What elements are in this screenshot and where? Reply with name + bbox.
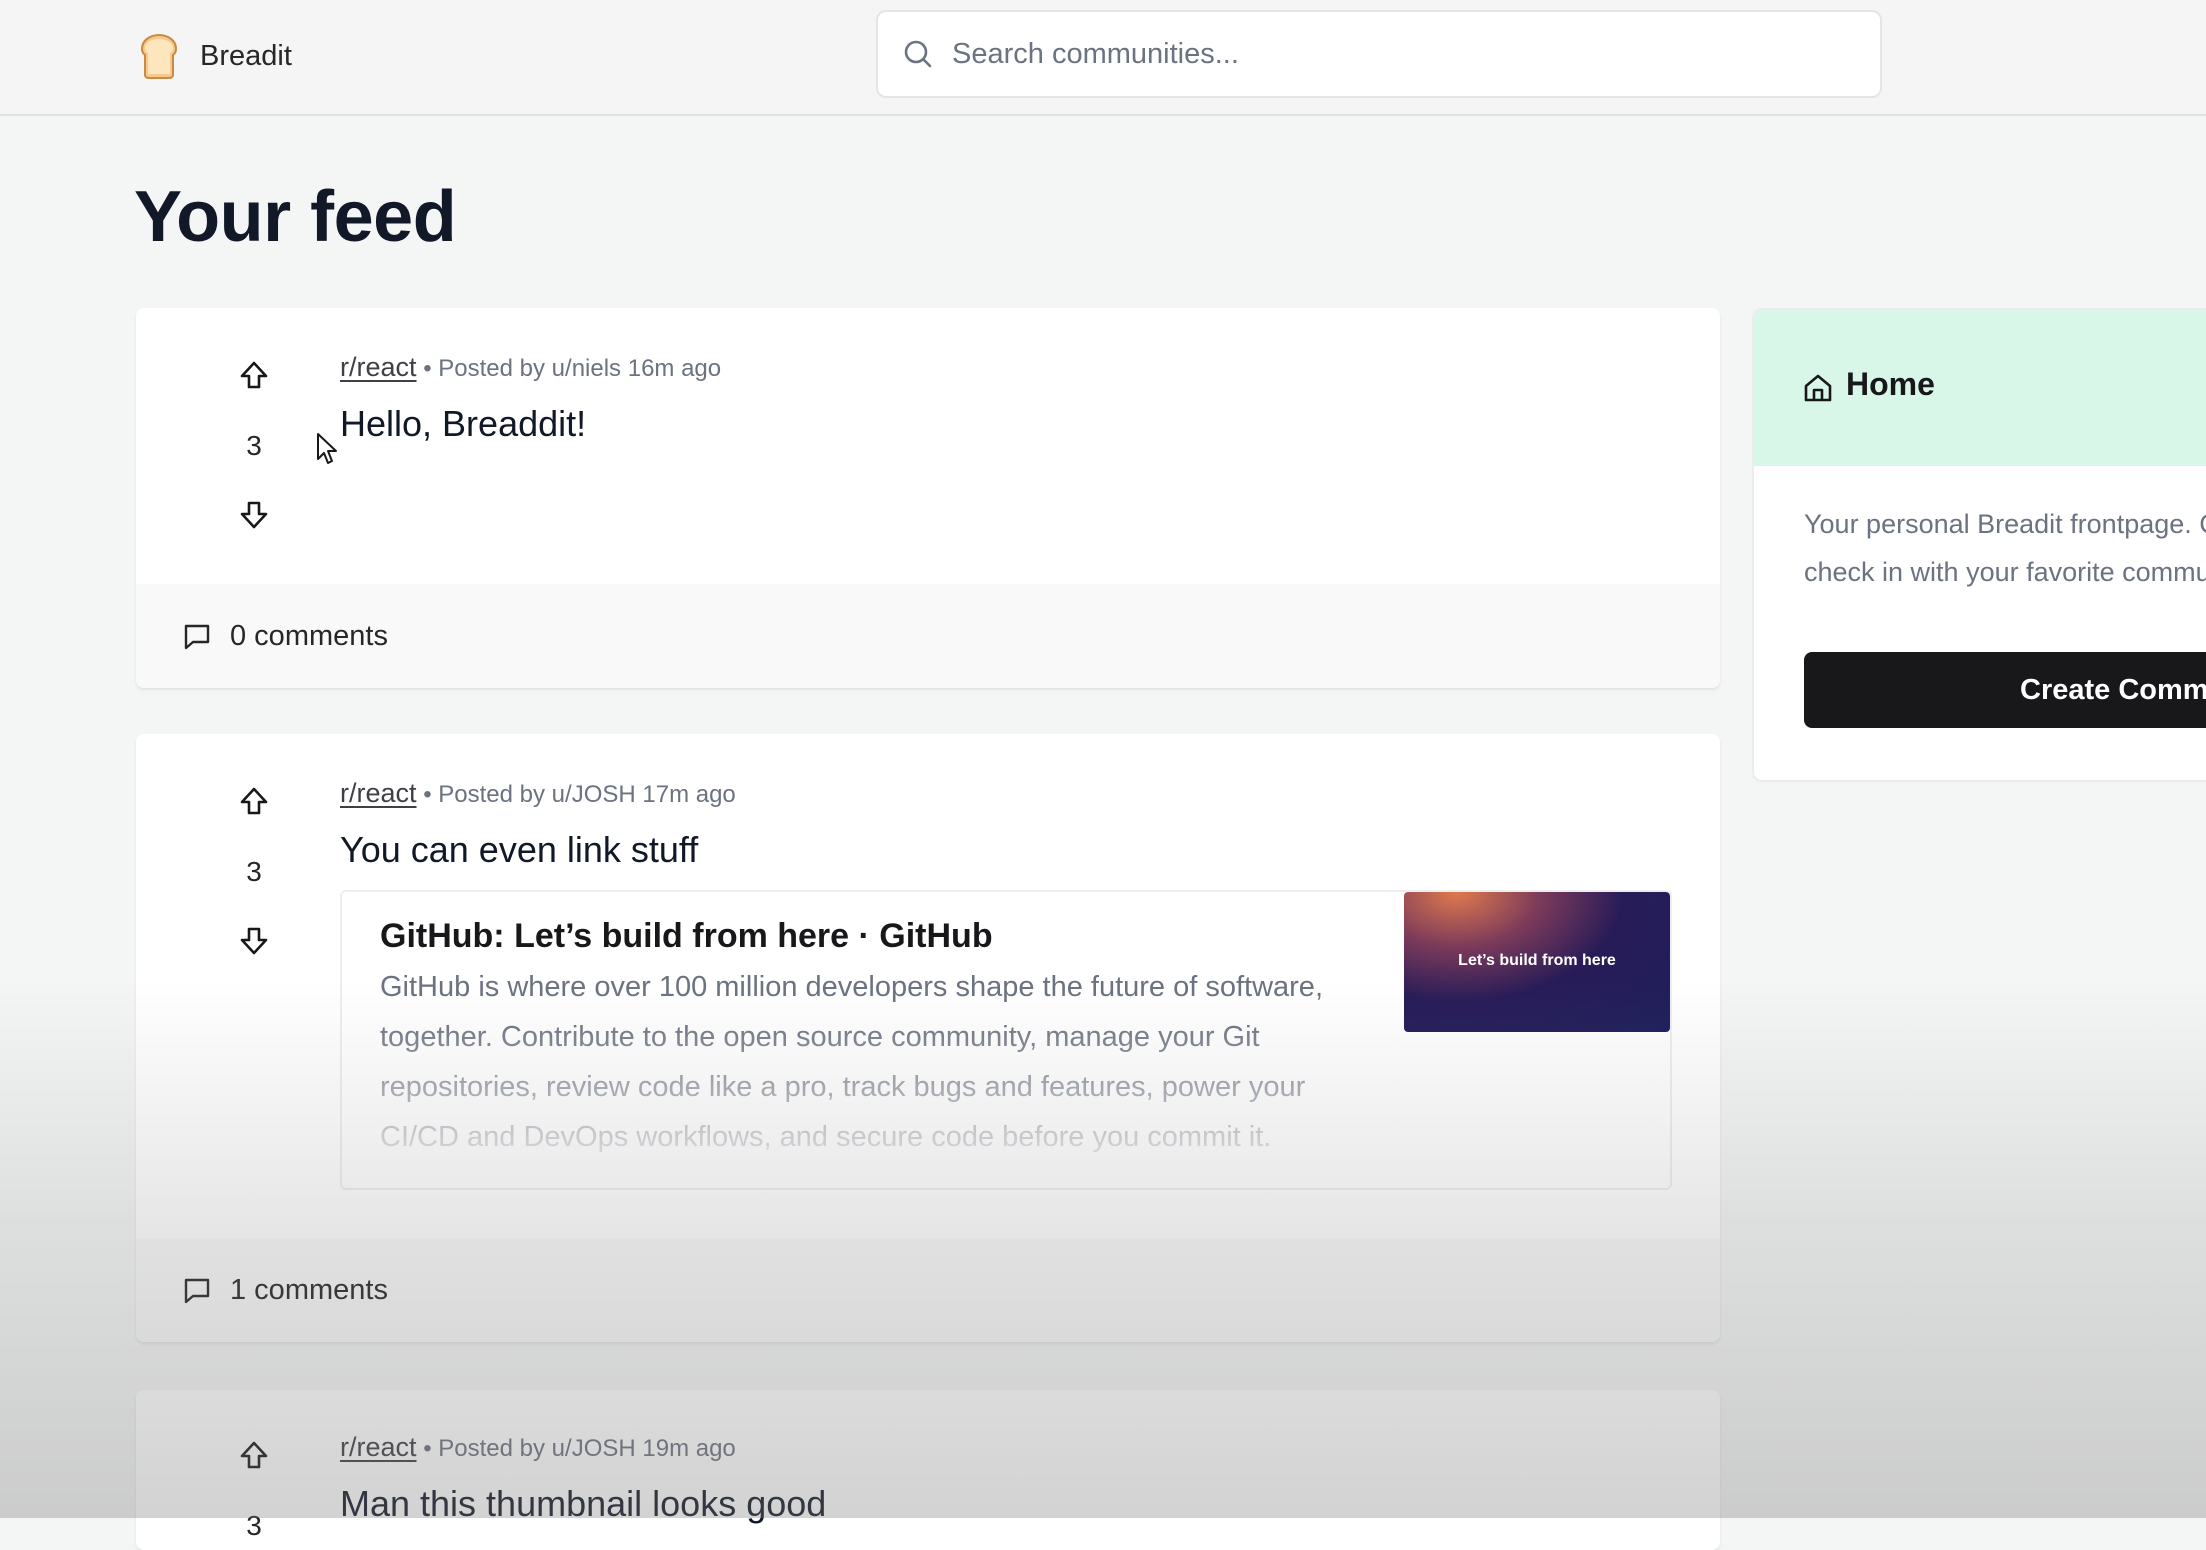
- upvote-icon[interactable]: [237, 1438, 271, 1472]
- vote-count: 3: [246, 1510, 262, 1541]
- home-icon: [1804, 374, 1832, 402]
- link-preview-title: GitHub: Let’s build from here · GitHub: [380, 917, 993, 955]
- search-bar[interactable]: [876, 10, 1882, 98]
- link-preview-fade: [342, 1018, 1670, 1188]
- post-author-time: • Posted by u/JOSH 17m ago: [423, 781, 736, 808]
- post-card: 3 r/react • Posted by u/JOSH 17m ago You…: [136, 734, 1720, 1342]
- subreddit-link[interactable]: r/react: [340, 1432, 417, 1462]
- sidebar-description: Your personal Breadit frontpage. Come he…: [1804, 509, 2206, 587]
- search-icon: [904, 40, 932, 68]
- link-preview-thumbnail: Let’s build from here: [1404, 892, 1670, 1032]
- create-community-button[interactable]: Create Community: [1804, 652, 2206, 728]
- sidebar-title: Home: [1846, 366, 1935, 402]
- sidebar-header: Home: [1754, 310, 2206, 466]
- vote-count: 3: [246, 856, 262, 887]
- post-meta: r/react • Posted by u/niels 16m ago: [340, 350, 1672, 384]
- post-meta: r/react • Posted by u/JOSH 17m ago: [340, 776, 1672, 810]
- top-navbar: Breadit: [0, 0, 2206, 116]
- post-title[interactable]: Hello, Breaddit!: [340, 402, 1672, 446]
- link-preview-card[interactable]: GitHub: Let’s build from here · GitHub G…: [340, 890, 1672, 1190]
- post-footer: 0 comments: [136, 584, 1720, 688]
- mouse-cursor-icon: [317, 433, 337, 464]
- post-body: r/react • Posted by u/niels 16m ago Hell…: [340, 350, 1672, 446]
- page-title: Your feed: [134, 177, 457, 257]
- vote-panel: 3: [212, 784, 296, 958]
- post-meta: r/react • Posted by u/JOSH 19m ago: [340, 1430, 1672, 1464]
- comment-icon[interactable]: [182, 1275, 212, 1305]
- thumbnail-caption: Let’s build from here: [1458, 952, 1616, 969]
- subreddit-link[interactable]: r/react: [340, 352, 417, 382]
- upvote-icon[interactable]: [237, 784, 271, 818]
- comment-count-link[interactable]: 1 comments: [230, 1274, 388, 1307]
- bread-logo-icon: [140, 33, 178, 79]
- search-input[interactable]: [950, 23, 1880, 85]
- upvote-icon[interactable]: [237, 358, 271, 392]
- post-body: r/react • Posted by u/JOSH 17m ago You c…: [340, 776, 1672, 1190]
- comment-icon[interactable]: [182, 621, 212, 651]
- comment-count-link[interactable]: 0 comments: [230, 620, 388, 653]
- downvote-icon[interactable]: [237, 498, 271, 532]
- post-author-time: • Posted by u/JOSH 19m ago: [423, 1435, 736, 1462]
- brand-link[interactable]: Breadit: [134, 30, 292, 82]
- post-title[interactable]: You can even link stuff: [340, 828, 1672, 872]
- home-sidebar-card: Home Your personal Breadit frontpage. Co…: [1752, 308, 2206, 782]
- vote-count: 3: [246, 430, 262, 461]
- brand-name: Breadit: [200, 39, 292, 72]
- post-title[interactable]: Man this thumbnail looks good: [340, 1482, 1672, 1526]
- subreddit-link[interactable]: r/react: [340, 778, 417, 808]
- post-footer: 1 comments: [136, 1238, 1720, 1342]
- vote-panel: 3: [212, 1438, 296, 1544]
- post-card: 3 r/react • Posted by u/JOSH 19m ago Man…: [136, 1390, 1720, 1550]
- post-body: r/react • Posted by u/JOSH 19m ago Man t…: [340, 1430, 1672, 1526]
- downvote-icon[interactable]: [237, 924, 271, 958]
- vote-panel: 3: [212, 358, 296, 532]
- post-author-time: • Posted by u/niels 16m ago: [423, 355, 722, 382]
- post-card: 3 r/react • Posted by u/niels 16m ago He…: [136, 308, 1720, 688]
